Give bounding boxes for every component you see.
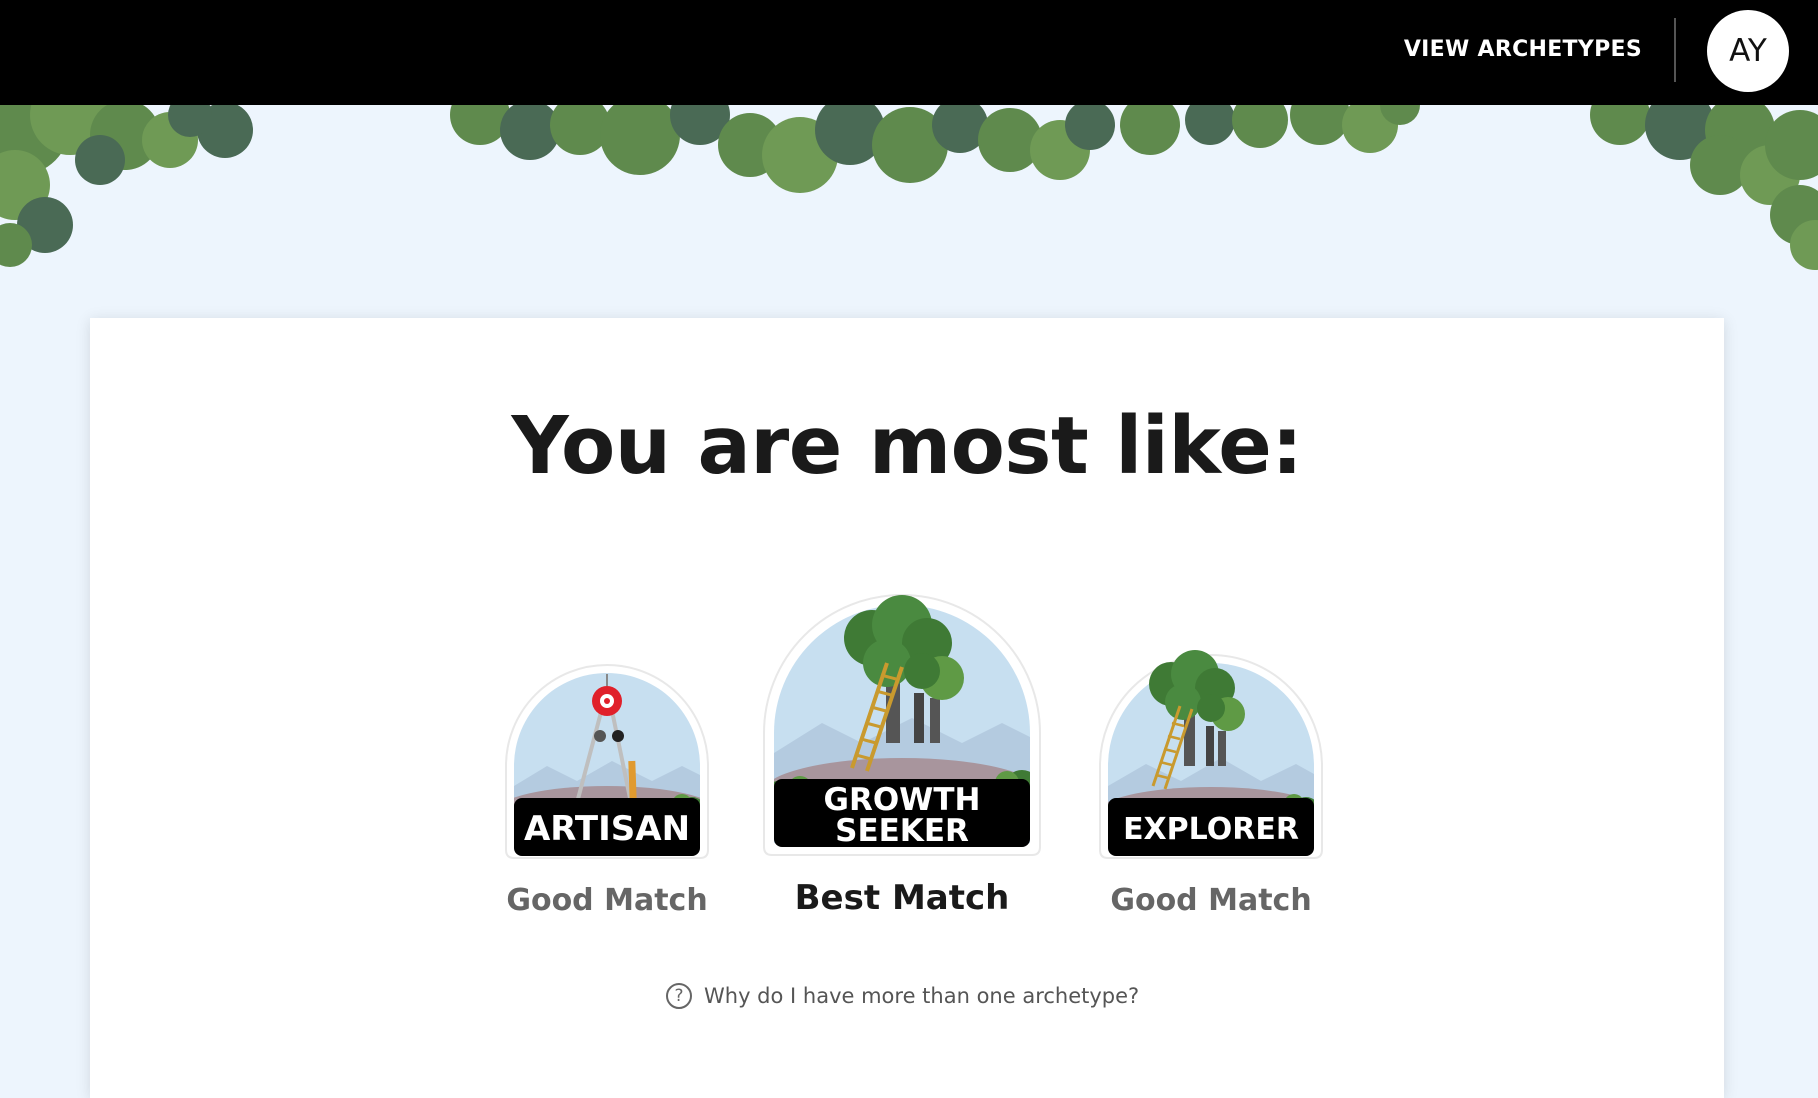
svg-text:EXPLORER: EXPLORER [1123,812,1299,847]
center-foliage [450,105,1420,193]
svg-text:SEEKER: SEEKER [835,813,969,849]
archetype-badge-growth-seeker[interactable]: GROWTH SEEKER [752,583,1052,883]
help-link-text: Why do I have more than one archetype? [704,984,1140,1008]
right-foliage [1590,105,1818,270]
left-foliage [0,105,253,267]
archetype-badge-explorer[interactable]: EXPLORER [1091,636,1331,876]
tree-canopy-decoration [0,105,1818,270]
view-archetypes-link[interactable]: VIEW ARCHETYPES [1404,37,1642,62]
explorer-match-label: Good Match [1110,883,1312,918]
user-avatar[interactable]: AY [1707,10,1789,92]
archetype-help-link[interactable]: ? Why do I have more than one archetype? [666,983,1139,1009]
artisan-match-label: Good Match [506,883,708,918]
nav-divider [1674,18,1676,82]
growth-seeker-match-label: Best Match [794,878,1010,918]
svg-text:ARTISAN: ARTISAN [524,809,690,849]
top-nav-bar: VIEW ARCHETYPES AY [0,0,1818,105]
archetype-badge-artisan[interactable]: ARTISAN [492,636,722,876]
results-card: You are most like: ARTISAN Good Match GR… [90,318,1724,1098]
question-circle-icon: ? [666,983,692,1009]
page-heading: You are most like: [511,400,1303,492]
